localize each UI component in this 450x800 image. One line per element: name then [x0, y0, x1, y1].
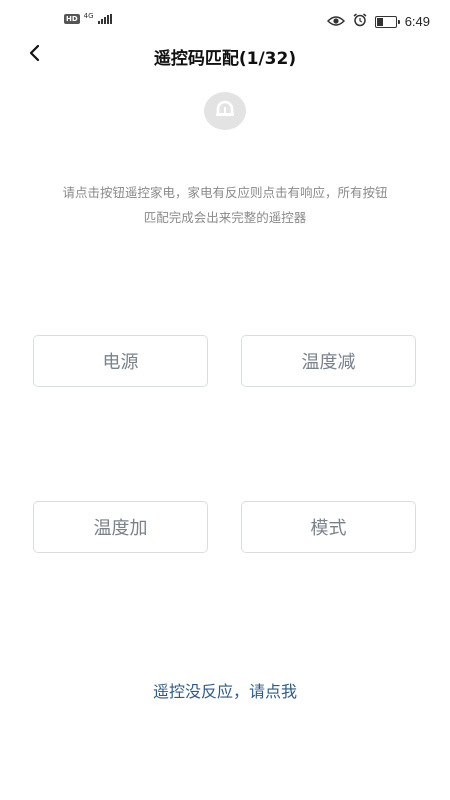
page-title: 遥控码匹配(1/32)	[153, 49, 297, 69]
instruction-line-1: 请点击按钮遥控家电，家电有反应则点击有响应，所有按钮	[62, 185, 388, 200]
signal-icon	[97, 14, 112, 24]
temp-up-button[interactable]: 温度加	[33, 501, 208, 553]
status-bar: HD 4G 6:49	[0, 0, 450, 40]
instruction-line-2: 匹配完成会出来完整的遥控器	[143, 210, 307, 225]
network-type: 4G	[83, 12, 94, 20]
battery-level	[376, 17, 383, 26]
mode-button[interactable]: 模式	[241, 501, 416, 553]
device-avatar	[204, 92, 246, 130]
no-response-help-link[interactable]: 遥控没反应，请点我	[0, 678, 450, 702]
instruction-text: 请点击按钮遥控家电，家电有反应则点击有响应，所有按钮 匹配完成会出来完整的遥控器	[20, 180, 430, 230]
status-bar-left: HD 4G	[64, 12, 112, 24]
air-conditioner-icon	[214, 100, 236, 122]
temp-down-button[interactable]: 温度减	[241, 335, 416, 387]
hd-badge: HD	[64, 14, 80, 24]
power-button[interactable]: 电源	[33, 335, 208, 387]
header: 遥控码匹配(1/32)	[0, 38, 450, 72]
eye-icon	[326, 12, 345, 31]
alarm-icon	[353, 12, 367, 31]
status-time: 6:49	[404, 14, 430, 29]
battery-icon	[374, 15, 400, 28]
status-bar-right: 6:49	[326, 12, 430, 31]
